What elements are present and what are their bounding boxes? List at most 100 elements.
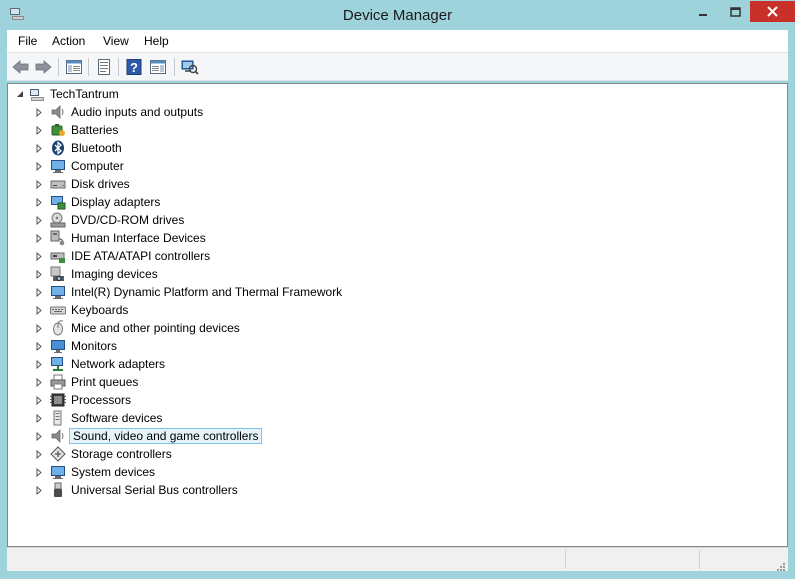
tree-item[interactable]: Batteries — [33, 121, 120, 139]
tree-item-label: Disk drives — [71, 177, 130, 191]
tree-item[interactable]: Software devices — [33, 409, 164, 427]
tree-item[interactable]: Intel(R) Dynamic Platform and Thermal Fr… — [33, 283, 344, 301]
resize-grip-icon[interactable] — [776, 559, 786, 571]
expand-arrow-icon[interactable] — [33, 103, 45, 121]
tree-item-label: Monitors — [71, 339, 118, 353]
tree-item[interactable]: Mice and other pointing devices — [33, 319, 242, 337]
tree-item[interactable]: DVD/CD-ROM drives — [33, 211, 186, 229]
close-button[interactable] — [750, 1, 795, 22]
help-icon: ? — [126, 59, 142, 75]
tree-item[interactable]: System devices — [33, 463, 157, 481]
maximize-icon — [729, 6, 741, 17]
tree-item[interactable]: Computer — [33, 157, 126, 175]
tree-item[interactable]: Disk drives — [33, 175, 132, 193]
expand-arrow-icon[interactable] — [33, 193, 45, 211]
expand-arrow-icon[interactable] — [33, 463, 45, 481]
menu-file[interactable]: File — [18, 34, 37, 48]
expand-arrow-icon[interactable] — [33, 409, 45, 427]
title-bar[interactable]: Device Manager — [0, 0, 795, 30]
forward-button[interactable] — [33, 57, 53, 77]
tree-item[interactable]: Storage controllers — [33, 445, 174, 463]
menu-view[interactable]: View — [103, 34, 129, 48]
tree-item[interactable]: Human Interface Devices — [33, 229, 208, 247]
display-adapter-icon — [50, 194, 66, 210]
tree-item-label: Network adapters — [71, 357, 166, 371]
tree-item[interactable]: Bluetooth — [33, 139, 124, 157]
tree-item-label: Universal Serial Bus controllers — [71, 483, 238, 497]
expand-arrow-icon[interactable] — [33, 139, 45, 157]
camera-icon — [50, 266, 66, 282]
expand-arrow-icon[interactable] — [33, 373, 45, 391]
tree-item[interactable]: Imaging devices — [33, 265, 160, 283]
status-segment — [699, 550, 788, 569]
expand-arrow-icon[interactable] — [33, 265, 45, 283]
tree-item[interactable]: Monitors — [33, 337, 119, 355]
network-adapter-icon — [50, 356, 66, 372]
expand-arrow-icon[interactable] — [33, 229, 45, 247]
expand-arrow-icon[interactable] — [33, 445, 45, 463]
ide-controller-icon — [50, 248, 66, 264]
minimize-button[interactable] — [686, 1, 720, 22]
tree-item[interactable]: Print queues — [33, 373, 140, 391]
expand-arrow-icon[interactable] — [33, 121, 45, 139]
hid-icon — [50, 230, 66, 246]
back-button[interactable] — [11, 57, 31, 77]
tree-item-label: Imaging devices — [71, 267, 158, 281]
tree-item-label: Intel(R) Dynamic Platform and Thermal Fr… — [71, 285, 343, 299]
tree-item-label: Bluetooth — [71, 141, 122, 155]
expand-arrow-icon[interactable] — [33, 301, 45, 319]
menu-help[interactable]: Help — [144, 34, 169, 48]
show-hide-console-tree-button[interactable] — [64, 57, 84, 77]
window-title: Device Manager — [342, 7, 453, 24]
mouse-icon — [50, 320, 66, 336]
properties-icon — [98, 59, 110, 75]
expand-arrow-icon[interactable] — [33, 481, 45, 499]
expand-arrow-icon[interactable] — [33, 319, 45, 337]
expand-arrow-icon[interactable] — [33, 157, 45, 175]
tree-item[interactable]: Universal Serial Bus controllers — [33, 481, 240, 499]
toolbar: ? — [7, 52, 788, 81]
tree-item-label: Software devices — [71, 411, 163, 425]
expand-arrow-icon[interactable] — [33, 337, 45, 355]
expand-arrow-icon[interactable] — [33, 283, 45, 301]
tree-item-label: System devices — [71, 465, 156, 479]
tree-item[interactable]: IDE ATA/ATAPI controllers — [33, 247, 212, 265]
help-button[interactable]: ? — [124, 57, 144, 77]
tree-item-label: Keyboards — [71, 303, 129, 317]
expand-arrow-icon[interactable] — [33, 355, 45, 373]
menu-action[interactable]: Action — [52, 34, 85, 48]
tree-root[interactable]: TechTantrum — [14, 85, 121, 103]
storage-controller-icon — [50, 446, 66, 462]
tree-item-label: Mice and other pointing devices — [71, 321, 240, 335]
expand-arrow-icon[interactable] — [33, 211, 45, 229]
status-bar — [7, 547, 788, 571]
properties-button[interactable] — [94, 57, 114, 77]
scan-hardware-button[interactable] — [180, 57, 200, 77]
tree-item-label: Processors — [71, 393, 132, 407]
expand-arrow-icon[interactable] — [33, 175, 45, 193]
tree-item[interactable]: Audio inputs and outputs — [33, 103, 205, 121]
status-segment — [565, 550, 700, 569]
maximize-button[interactable] — [720, 1, 750, 22]
battery-icon — [50, 122, 66, 138]
speaker-icon — [50, 104, 66, 120]
usb-icon — [50, 482, 66, 498]
tree-item[interactable]: Display adapters — [33, 193, 162, 211]
tree-item[interactable]: Processors — [33, 391, 133, 409]
show-action-pane-icon — [150, 60, 166, 74]
device-tree[interactable]: TechTantrum Audio inputs and outputs Batt… — [7, 83, 788, 547]
tree-item-label: Batteries — [71, 123, 119, 137]
scan-hardware-icon — [181, 60, 199, 75]
tree-item-label: Print queues — [71, 375, 139, 389]
expand-arrow-icon[interactable] — [33, 427, 45, 445]
tree-item-label: DVD/CD-ROM drives — [71, 213, 185, 227]
collapse-arrow-icon[interactable] — [14, 85, 26, 103]
show-action-pane-button[interactable] — [148, 57, 168, 77]
tree-item[interactable]: Network adapters — [33, 355, 167, 373]
tree-item-label: IDE ATA/ATAPI controllers — [71, 249, 211, 263]
close-icon — [767, 6, 778, 17]
expand-arrow-icon[interactable] — [33, 247, 45, 265]
expand-arrow-icon[interactable] — [33, 391, 45, 409]
tree-item[interactable]: Keyboards — [33, 301, 130, 319]
tree-item[interactable]: Sound, video and game controllers — [33, 427, 263, 445]
